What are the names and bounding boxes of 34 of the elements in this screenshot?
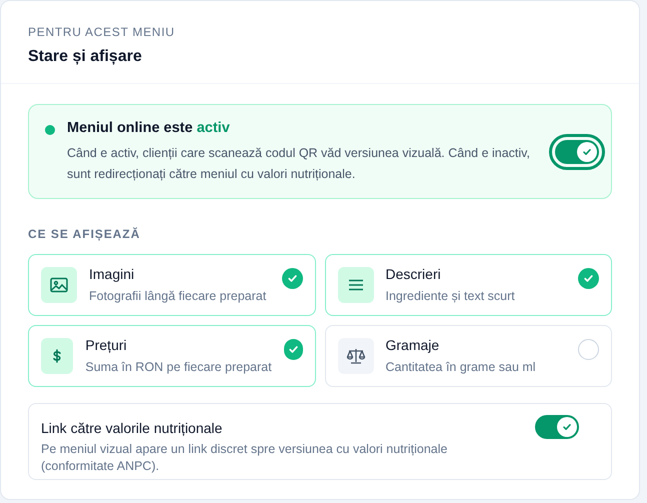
eyebrow-label: PENTRU ACEST MENIU	[28, 24, 176, 41]
check-icon	[583, 273, 594, 284]
option-checkbox[interactable]	[578, 268, 599, 289]
scale-icon	[346, 348, 366, 364]
status-title: Meniul online este activ	[67, 118, 231, 138]
check-icon	[288, 344, 299, 355]
option-title: Gramaje	[386, 336, 440, 356]
option-checkbox[interactable]	[284, 339, 302, 360]
option-subtitle: Cantitatea în grame sau ml	[386, 359, 537, 376]
option-title: Imagini	[89, 265, 136, 284]
link-setting-description: Pe meniul vizual apare un link discret spre versiunea cu valori nutriționale (conformitate ANPC).	[41, 441, 448, 475]
image-icon	[50, 277, 68, 293]
option-card[interactable]: Gramaje Cantitatea în grame sau ml	[324, 325, 612, 387]
option-checkbox[interactable]	[282, 268, 302, 289]
option-subtitle: Fotografii lângă fiecare preparat	[89, 288, 268, 306]
option-card[interactable]: Descrieri Ingrediente și text scurt	[324, 254, 612, 316]
section-label: CE SE AFIȘEAZĂ	[28, 226, 142, 243]
check-icon	[562, 422, 572, 432]
toggle-switch[interactable]	[535, 415, 579, 439]
option-subtitle: Ingrediente și text scurt	[386, 288, 516, 306]
option-card[interactable]: Prețuri Suma în RON pe fiecare preparat	[28, 325, 316, 387]
dollar-icon	[52, 349, 62, 363]
check-icon	[286, 273, 298, 284]
option-title: Descrieri	[386, 265, 442, 284]
option-title: Prețuri	[85, 336, 128, 356]
status-description: Când e activ, clienții care scanează codul QR văd versiunea vizuală. Când e inactiv, sunt redirecționați către meniul cu valori nutriționale.	[67, 145, 531, 184]
option-checkbox[interactable]	[578, 339, 599, 360]
option-subtitle: Suma în RON pe fiecare preparat	[85, 359, 272, 376]
link-setting-title: Link către valorile nutriționale	[41, 419, 224, 438]
option-card[interactable]: Imagini Fotografii lângă fiecare preparat	[28, 254, 316, 316]
lines-icon	[348, 279, 364, 291]
check-icon	[582, 146, 592, 156]
toggle-switch[interactable]	[555, 140, 599, 164]
card-title: Stare și afișare	[28, 47, 143, 67]
